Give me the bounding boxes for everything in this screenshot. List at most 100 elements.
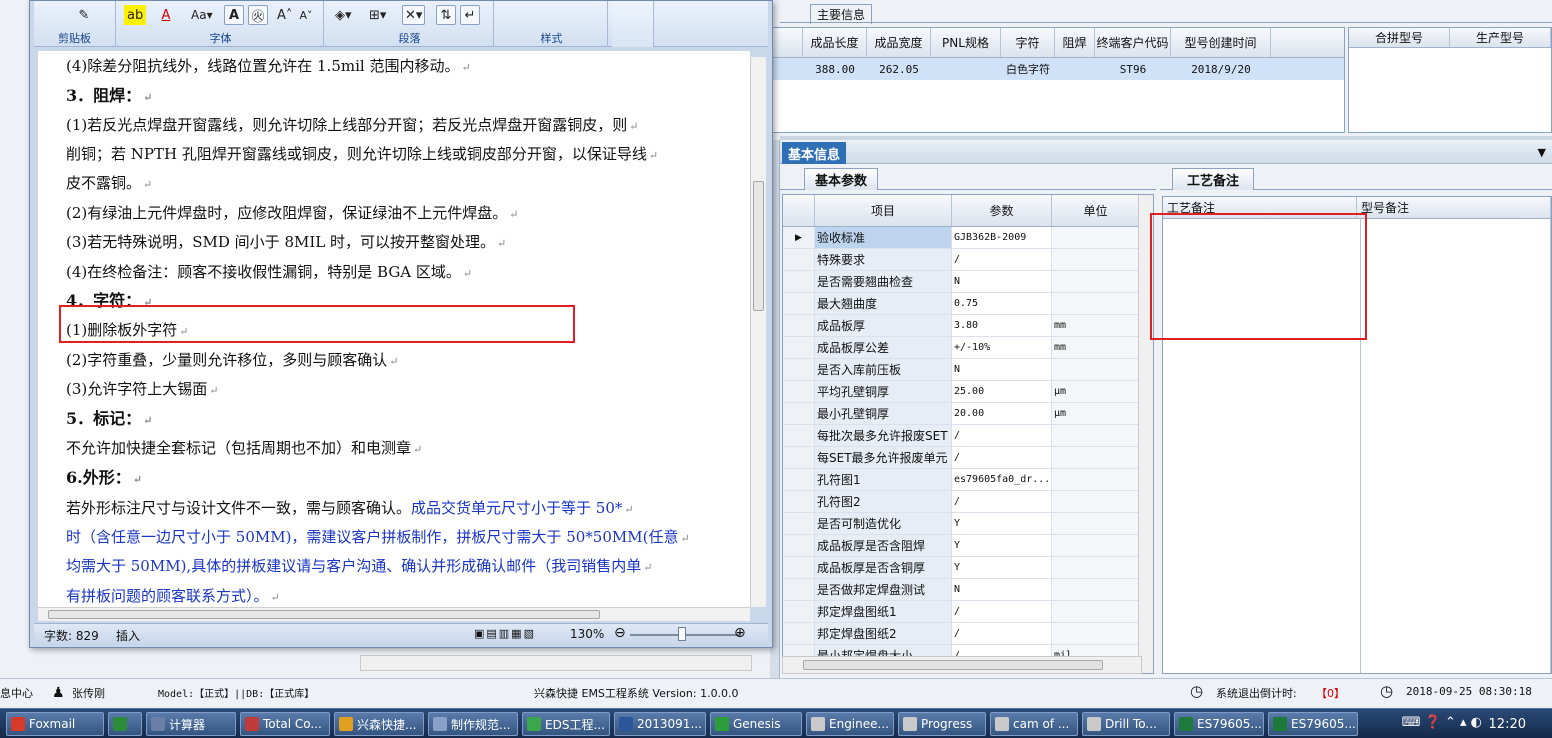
param-value[interactable]: 20.00 (952, 403, 1052, 424)
table-row[interactable]: 每批次最多允许报废SET / (783, 425, 1153, 447)
param-value[interactable]: 0.75 (952, 293, 1052, 314)
document-line[interactable]: 有拼板问题的顾客联系方式）。 ↵ (66, 587, 280, 607)
column-header[interactable]: PNL规格 (931, 28, 1001, 57)
table-row[interactable]: 邦定焊盘图纸1/ (783, 601, 1153, 623)
document-line[interactable]: (2)有绿油上元件焊盘时，应修改阻焊窗，保证绿油不上元件焊盘。 ↵ (66, 204, 518, 224)
column-header[interactable]: 参数 (952, 195, 1052, 226)
column-header[interactable]: 成品长度 (803, 28, 867, 57)
column-header[interactable]: 合拼型号 (1349, 28, 1450, 47)
document-line[interactable]: (1)若反光点焊盘开窗露线，则允许切除上线部分开窗；若反光点焊盘开窗露铜皮，则 ↵ (66, 116, 638, 136)
font-color-icon[interactable]: A (156, 5, 176, 25)
table-row[interactable]: 最小孔壁铜厚 20.00 μm (783, 403, 1153, 425)
vertical-scrollbar[interactable] (750, 57, 766, 607)
document-line[interactable]: 皮不露铜。 ↵ (66, 174, 152, 194)
view-buttons-icon[interactable]: ▣▤▥▦▧ (474, 627, 536, 640)
table-row[interactable]: 成品板厚公差 +/-10% mm (783, 337, 1153, 359)
border-icon[interactable]: ⊞▾ (366, 5, 389, 25)
param-value[interactable]: 25.00 (952, 381, 1052, 402)
table-row[interactable]: 成品板厚 3.80 mm (783, 315, 1153, 337)
main-info-tab[interactable]: 主要信息 (810, 4, 873, 24)
param-value[interactable]: 3.80 (952, 315, 1052, 336)
table-row[interactable]: 每SET最多允许报废单元 / (783, 447, 1153, 469)
param-value[interactable]: / (952, 447, 1052, 468)
param-value[interactable]: N (952, 271, 1052, 292)
table-cell[interactable]: ST96 (1095, 58, 1171, 80)
param-value[interactable]: / (952, 249, 1052, 270)
table-cell[interactable] (1055, 58, 1095, 80)
horizontal-scrollbar[interactable] (360, 655, 752, 671)
scroll-thumb[interactable] (48, 610, 600, 619)
insert-mode[interactable]: 插入 (116, 627, 140, 644)
column-header[interactable]: 生产型号 (1450, 28, 1551, 47)
taskbar-item[interactable] (108, 712, 142, 736)
zoom-slider-thumb[interactable] (678, 627, 686, 641)
column-header[interactable]: 终端客户代码 (1095, 28, 1171, 57)
enclose-char-icon[interactable]: ㊋ (248, 5, 268, 25)
param-value[interactable]: es79605fa0_dr... (952, 469, 1052, 490)
word-count[interactable]: 字数: 829 (44, 627, 99, 644)
document-line[interactable]: (3)若无特殊说明，SMD 间小于 8MIL 时，可以按开整窗处理。 ↵ (66, 233, 506, 253)
column-header[interactable]: 型号创建时间 (1171, 28, 1271, 57)
document-line[interactable]: (2)字符重叠，少量则允许移位，多则与顾客确认 ↵ (66, 351, 398, 371)
document-page[interactable]: (4)除差分阻抗线外，线路位置允许在 1.5mil 范围内移动。 ↵ 3．阻焊： ↵(… (38, 51, 750, 607)
taskbar-item[interactable]: Foxmail (6, 712, 104, 736)
table-row[interactable]: 是否入库前压板 N (783, 359, 1153, 381)
param-value[interactable]: / (952, 425, 1052, 446)
tab-craft-notes[interactable]: 工艺备注 (1172, 168, 1255, 190)
document-line[interactable]: 3．阻焊： ↵ (66, 87, 152, 107)
taskbar-item[interactable]: Total Co... (240, 712, 330, 736)
table-cell[interactable]: 白色字符 (1001, 58, 1055, 80)
document-line[interactable]: 均需大于 50MM),具体的拼板建议请与客户沟通、确认并形成确认邮件（我司销售内… (66, 557, 652, 577)
table-row[interactable]: 平均孔壁铜厚 25.00 μm (783, 381, 1153, 403)
splitter[interactable] (780, 136, 1552, 140)
highlight-icon[interactable]: ab (124, 5, 147, 25)
param-value[interactable]: N (952, 359, 1052, 380)
table-row[interactable]: 邦定焊盘图纸2/ (783, 623, 1153, 645)
param-value[interactable]: / (952, 623, 1052, 644)
system-tray[interactable]: ⌨ ❓ ⌃ ▴ ◐ (1402, 715, 1482, 730)
param-value[interactable]: Y (952, 535, 1052, 556)
table-row[interactable]: 是否可制造优化 Y (783, 513, 1153, 535)
grow-font-icon[interactable]: A˄ (274, 5, 295, 25)
param-value[interactable]: +/-10% (952, 337, 1052, 358)
taskbar-item[interactable]: 计算器 (146, 712, 236, 736)
table-row[interactable]: 388.00 262.05 白色字符 ST96 2018/9/20 (771, 58, 1344, 80)
shading-icon[interactable]: ◈▾ (332, 5, 355, 25)
table-row[interactable]: 孔符图2/ (783, 491, 1153, 513)
taskbar-item[interactable]: 兴森快捷... (334, 712, 424, 736)
document-line[interactable]: 时（含任意一边尺寸小于 50MM)，需建议客户拼板制作，拼板尺寸需大于 50*5… (66, 528, 690, 548)
char-shading-icon[interactable]: A (224, 5, 244, 25)
document-line[interactable]: 若外形标注尺寸与设计文件不一致，需与顾客确认。成品交货单元尺寸小于等于 50* ↵ (66, 499, 634, 519)
column-header[interactable]: 项目 (815, 195, 952, 226)
asian-layout-icon[interactable]: ✕▾ (402, 5, 426, 25)
param-value[interactable]: Y (952, 513, 1052, 534)
table-row[interactable]: 最大翘曲度 0.75 (783, 293, 1153, 315)
document-line[interactable]: 不允许加快捷全套标记（包括周期也不加）和电测章 ↵ (66, 439, 422, 459)
taskbar-item[interactable]: Enginee... (806, 712, 894, 736)
change-case-icon[interactable]: Aa▾ (188, 5, 216, 25)
taskbar-item[interactable]: Genesis (710, 712, 802, 736)
column-header[interactable]: 阻焊 (1055, 28, 1095, 57)
table-cell[interactable]: 262.05 (867, 58, 931, 80)
table-row[interactable]: 成品板厚是否含阻焊 Y (783, 535, 1153, 557)
tab-basic-params[interactable]: 基本参数 (804, 168, 879, 190)
taskbar-clock[interactable]: 12:20 (1489, 717, 1526, 732)
document-line[interactable]: 6.外形： ↵ (66, 469, 142, 489)
column-header[interactable]: 字符 (1001, 28, 1055, 57)
document-line[interactable]: 5．标记： ↵ (66, 410, 152, 430)
sort-icon[interactable]: ⇅ (436, 5, 456, 25)
table-row[interactable]: 是否需要翘曲检查 N (783, 271, 1153, 293)
table-row[interactable]: 特殊要求 / (783, 249, 1153, 271)
table-row[interactable]: 孔符图1 es79605fa0_dr... (783, 469, 1153, 491)
param-value[interactable]: N (952, 579, 1052, 600)
table-cell[interactable]: 388.00 (803, 58, 867, 80)
table-cell[interactable]: 2018/9/20 (1171, 58, 1271, 80)
ribbon-group-edit[interactable] (612, 1, 654, 47)
shrink-font-icon[interactable]: A˅ (296, 5, 316, 25)
taskbar-item[interactable]: Drill To... (1082, 712, 1170, 736)
table-row[interactable]: 成品板厚是否含铜厚 Y (783, 557, 1153, 579)
taskbar-item[interactable]: ES79605... (1174, 712, 1264, 736)
document-line[interactable]: 削铜；若 NPTH 孔阻焊开窗露线或铜皮，则允许切除上线或铜皮部分开窗，以保证导… (66, 145, 658, 165)
taskbar-item[interactable]: EDS工程... (522, 712, 610, 736)
zoom-level[interactable]: 130% (570, 627, 604, 641)
